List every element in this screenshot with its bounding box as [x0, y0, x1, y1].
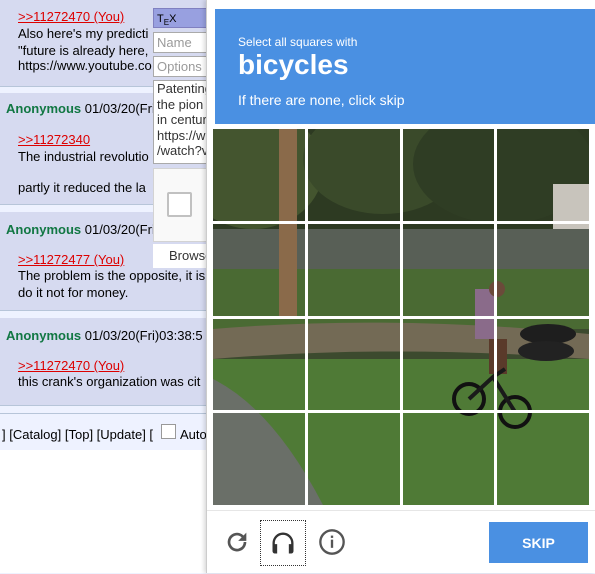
grid-tile[interactable]	[213, 224, 305, 316]
poster-name: Anonymous	[6, 328, 82, 343]
target-object: bicycles	[238, 49, 349, 80]
grid-tile[interactable]	[403, 129, 495, 221]
grid-tile[interactable]	[497, 224, 589, 316]
grid-tile[interactable]	[213, 319, 305, 411]
post-text: The problem is the opposite, it is	[18, 268, 206, 283]
challenge-header: Select all squares with bicycles If ther…	[215, 9, 595, 124]
grid-tile[interactable]	[403, 413, 495, 505]
grid-tile[interactable]	[308, 129, 400, 221]
grid-tile[interactable]	[403, 224, 495, 316]
name-field[interactable]: Name	[153, 32, 207, 53]
post-text: do it not for money.	[18, 285, 129, 300]
post-quote-link[interactable]: >>11272470 (You)	[18, 357, 124, 374]
file-browse-button[interactable]: Browse	[153, 244, 207, 268]
recaptcha-checkbox-widget	[153, 168, 207, 242]
post-date: 01/03/20(Fri	[84, 101, 155, 116]
grid-tile[interactable]	[308, 413, 400, 505]
instruction-text: Select all squares with	[238, 35, 358, 49]
post: Anonymous 01/03/20(Fri)03:38:5 >>1127247…	[0, 318, 231, 406]
post-date: 01/03/20(Fri)03:38:5	[84, 328, 203, 343]
bottom-nav-links[interactable]: ] [Catalog] [Top] [Update] [	[2, 427, 153, 442]
post-text: partly it reduced the la	[18, 180, 146, 195]
post-quote-link[interactable]: >>11272470 (You)	[18, 8, 124, 25]
challenge-footer: SKIP	[207, 510, 595, 574]
post-text: this crank's organization was cit	[18, 374, 201, 389]
reload-icon[interactable]	[223, 528, 251, 556]
bottom-navigation: ] [Catalog] [Top] [Update] [ Auto	[0, 413, 230, 451]
options-field[interactable]: Options	[153, 56, 207, 77]
quick-reply-form: TEX Name Options Patenting the pion in c…	[153, 8, 207, 268]
post-header: Anonymous 01/03/20(Fri)03:38:5	[6, 328, 203, 343]
page-lower-area	[0, 450, 230, 573]
post-header: Anonymous 01/03/20(Fri	[6, 222, 155, 237]
grid-tile[interactable]	[403, 319, 495, 411]
grid-tile[interactable]	[497, 413, 589, 505]
headphones-icon[interactable]	[260, 520, 306, 566]
post-text: https://www.youtube.co	[18, 58, 152, 73]
image-grid	[213, 129, 589, 505]
skip-button[interactable]: SKIP	[489, 522, 588, 563]
info-icon[interactable]	[318, 528, 346, 556]
grid-tile[interactable]	[213, 413, 305, 505]
recaptcha-challenge: Select all squares with bicycles If ther…	[206, 0, 595, 573]
post-quote-link[interactable]: >>11272477 (You)	[18, 251, 124, 268]
grid-tile[interactable]	[308, 224, 400, 316]
auto-update-label: Auto	[180, 427, 207, 442]
instruction-subtext: If there are none, click skip	[238, 92, 405, 108]
grid-tile[interactable]	[308, 319, 400, 411]
recaptcha-checkbox[interactable]	[167, 192, 192, 217]
post-date: 01/03/20(Fri	[84, 222, 155, 237]
tex-button[interactable]: TEX	[157, 13, 176, 27]
post-quote-link[interactable]: >>11272340	[18, 131, 90, 148]
grid-tile[interactable]	[497, 129, 589, 221]
post-header: Anonymous 01/03/20(Fri	[6, 101, 155, 116]
poster-name: Anonymous	[6, 222, 82, 237]
poster-name: Anonymous	[6, 101, 82, 116]
quick-reply-titlebar[interactable]: TEX	[153, 8, 207, 28]
grid-tile[interactable]	[213, 129, 305, 221]
comment-textarea[interactable]: Patenting the pion in centur https://w /…	[153, 80, 207, 164]
grid-tile[interactable]	[497, 319, 589, 411]
post-text: Also here's my predicti	[18, 26, 149, 41]
post-text: The industrial revolutio	[18, 149, 149, 164]
auto-update-checkbox[interactable]	[161, 424, 176, 439]
